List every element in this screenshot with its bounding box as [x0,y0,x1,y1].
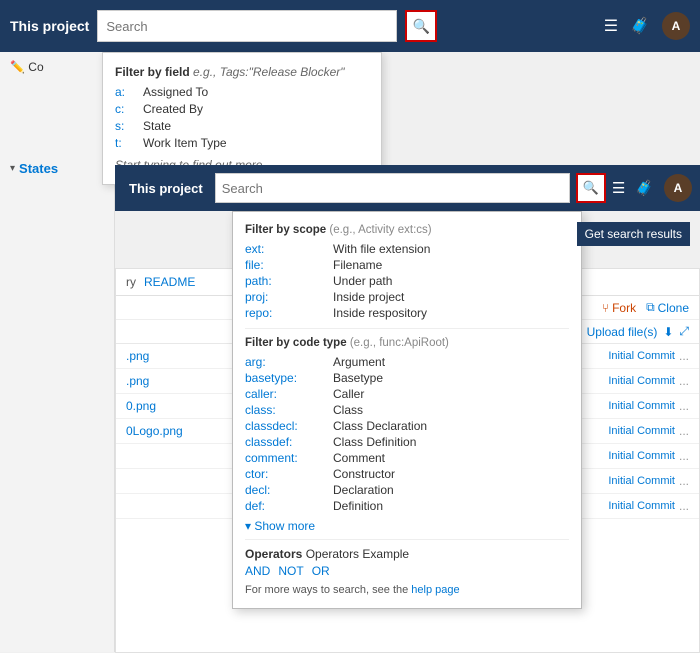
file-more-5[interactable]: ... [679,474,689,488]
search-button-front[interactable]: 🔍 [576,173,606,203]
ry-label: ry [126,275,136,289]
list-icon[interactable]: ☰ [612,179,625,197]
sidebar-back: ✏️ Co [0,52,115,652]
and-operator[interactable]: AND [245,564,270,578]
search-input-back[interactable] [106,19,388,34]
scope-row-path: path: Under path [245,274,569,288]
code-row-class: class: Class [245,403,569,417]
code-row-basetype: basetype: Basetype [245,371,569,385]
filter-row-s: s: State [115,119,369,133]
scope-row-file: file: Filename [245,258,569,272]
help-text: For more ways to search, see the help pa… [245,584,569,596]
fork-label: Fork [612,301,636,315]
states-label[interactable]: States [19,161,58,176]
file-commit-3[interactable]: Initial Commit [608,425,675,437]
file-more-2[interactable]: ... [679,399,689,413]
scope-row-repo: repo: Inside respository [245,306,569,320]
top-bar-icons-front: ☰ 🧳 A [612,174,692,202]
bag-icon-front[interactable]: 🧳 [635,179,654,197]
clone-button[interactable]: ⧉ Clone [646,300,689,315]
chevron-down-icon[interactable]: ▾ [10,163,15,174]
operators-section: Operators Operators Example AND NOT OR F… [245,546,569,596]
search-input-front[interactable] [222,181,563,196]
divider-1 [245,328,569,329]
file-more-6[interactable]: ... [679,499,689,513]
code-row-ctor: ctor: Constructor [245,467,569,481]
scope-section-title: Filter by scope (e.g., Activity ext:cs) [245,224,569,236]
code-row-classdecl: classdecl: Class Declaration [245,419,569,433]
download-icon[interactable]: ⬇ [663,325,673,339]
sidebar-queries[interactable]: ✏️ Co [0,52,114,82]
top-bar-icons-back: ☰ 🧳 A [604,12,690,40]
expand-icon[interactable]: ⤢ [679,324,689,339]
file-commit-1[interactable]: Initial Commit [608,375,675,387]
operator-links: AND NOT OR [245,564,569,578]
code-section-title: Filter by code type (e.g., func:ApiRoot) [245,337,569,349]
bag-icon[interactable]: 🧳 [630,16,650,36]
code-row-comment: comment: Comment [245,451,569,465]
show-more-button[interactable]: ▾ Show more [245,519,569,533]
project-label-front: This project [123,181,209,196]
scope-row-proj: proj: Inside project [245,290,569,304]
scope-row-ext: ext: With file extension [245,242,569,256]
not-operator[interactable]: NOT [278,564,303,578]
clone-label: Clone [658,301,689,315]
filter-row-a: a: Assigned To [115,85,369,99]
file-commit-2[interactable]: Initial Commit [608,400,675,412]
code-row-decl: decl: Declaration [245,483,569,497]
code-row-classdef: classdef: Class Definition [245,435,569,449]
search-button-back[interactable]: 🔍 [405,10,437,42]
upload-label[interactable]: Upload file(s) [587,325,658,339]
file-more-1[interactable]: ... [679,374,689,388]
operators-label: Operators Operators Example [245,547,409,561]
dropdown-front: Filter by scope (e.g., Activity ext:cs) … [232,211,582,609]
file-more-0[interactable]: ... [679,349,689,363]
code-row-def: def: Definition [245,499,569,513]
breadcrumb-row: ▾ States [0,155,115,182]
file-commit-5[interactable]: Initial Commit [608,475,675,487]
fork-icon: ⑂ [602,301,609,315]
search-box-back[interactable] [97,10,397,42]
menu-icon[interactable]: ☰ [604,16,618,36]
search-box-front[interactable] [215,173,570,203]
avatar-back[interactable]: A [662,12,690,40]
filter-row-c: c: Created By [115,102,369,116]
avatar-front[interactable]: A [664,174,692,202]
code-row-arg: arg: Argument [245,355,569,369]
fork-button[interactable]: ⑂ Fork [602,301,636,315]
filter-row-t: t: Work Item Type [115,136,369,150]
copy-icon: ⧉ [646,300,655,315]
help-link[interactable]: help page [411,584,459,596]
filter-by-field-title: Filter by field e.g., Tags:"Release Bloc… [115,65,369,79]
or-operator[interactable]: OR [312,564,330,578]
code-row-caller: caller: Caller [245,387,569,401]
co-label: Co [28,60,43,74]
top-bar-back: This project 🔍 ☰ 🧳 A [0,0,700,52]
file-commit-0[interactable]: Initial Commit [608,350,675,362]
top-bar-front: This project 🔍 ☰ 🧳 A [115,165,700,211]
readme-label[interactable]: README [144,275,195,289]
file-more-4[interactable]: ... [679,449,689,463]
file-more-3[interactable]: ... [679,424,689,438]
project-label-back: This project [10,18,89,34]
file-commit-4[interactable]: Initial Commit [608,450,675,462]
pen-icon: ✏️ [10,60,25,74]
get-search-results-tooltip: Get search results [577,222,690,246]
file-commit-6[interactable]: Initial Commit [608,500,675,512]
divider-2 [245,539,569,540]
